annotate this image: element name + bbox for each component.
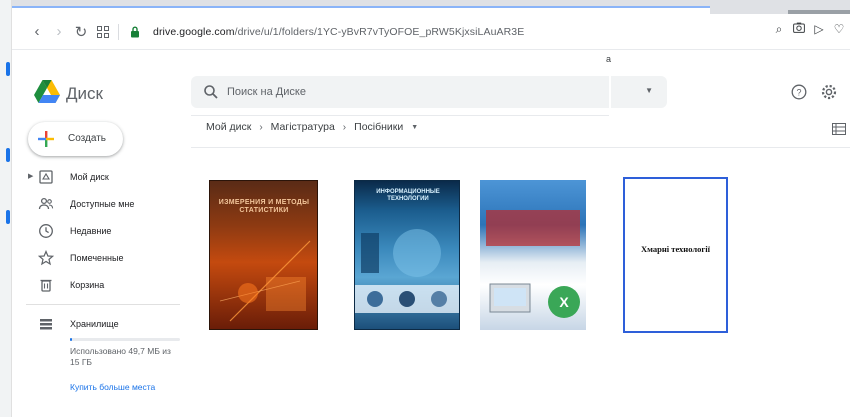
chevron-right-icon: › [259, 121, 263, 133]
address-bar: ‹ › ↻ drive.google.com/drive/u/1/folders… [12, 14, 850, 50]
cover-title: ИЗМЕРЕНИЯ И МЕТОДЫ СТАТИСТИКИ [218, 199, 310, 214]
sidebar-item-shared[interactable]: Доступные мне [26, 193, 176, 215]
forward-icon[interactable]: › [48, 21, 70, 43]
star-icon [38, 250, 54, 266]
url-host: drive.google.com [153, 25, 235, 38]
clock-icon [39, 224, 53, 238]
svg-text:X: X [559, 294, 569, 310]
cover-title: ИНФОРМАЦИОННЫЕ ТЕХНОЛОГИИ [376, 189, 440, 202]
help-icon[interactable]: ? [791, 84, 807, 100]
cover-title: Хмарні технології [641, 244, 710, 254]
edge-marker [6, 210, 10, 224]
url-path: /drive/u/1/folders/1YC-yBvR7vTyOFOE_pRW5… [234, 25, 525, 38]
active-tab[interactable] [12, 6, 710, 14]
folder-menu-caret-icon[interactable]: ▼ [411, 124, 418, 131]
zoom-icon[interactable]: ⌕ [772, 22, 786, 37]
back-icon[interactable]: ‹ [26, 21, 48, 43]
url-field[interactable]: drive.google.com/drive/u/1/folders/1YC-y… [153, 26, 524, 38]
heart-icon[interactable]: ♡ [832, 22, 846, 37]
sidebar-item-label: Недавние [70, 226, 112, 236]
left-screen-edge [0, 0, 12, 417]
search-input[interactable] [227, 83, 627, 101]
file-thumbnail-selected[interactable]: Хмарні технології [623, 177, 728, 333]
tab-strip [12, 0, 850, 14]
sidebar-item-recent[interactable]: Недавние [26, 220, 176, 242]
gear-icon[interactable] [820, 83, 838, 101]
sidebar-item-my-drive[interactable]: ▶ Мой диск [26, 166, 176, 188]
search-options-icon[interactable]: ▼ [645, 86, 653, 95]
storage-usage-text: Использовано 49,7 МБ из 15 ГБ [70, 346, 171, 367]
bookmark-text: a [606, 54, 612, 64]
lock-icon[interactable] [127, 24, 143, 40]
cover-band [486, 210, 580, 246]
sidebar-item-storage[interactable]: Хранилище [26, 313, 176, 335]
trash-icon [40, 279, 52, 292]
storage-progress [70, 338, 180, 341]
edge-marker [6, 148, 10, 162]
search-icon[interactable] [203, 84, 219, 100]
sidebar-item-trash[interactable]: Корзина [26, 274, 176, 296]
list-view-icon[interactable] [832, 123, 846, 135]
buy-storage-link[interactable]: Купить больше места [70, 382, 155, 392]
screen-gap [609, 76, 611, 116]
sidebar-item-label: Доступные мне [70, 199, 135, 209]
file-thumbnail[interactable]: ИНФОРМАЦИОННЫЕ ТЕХНОЛОГИИ [354, 180, 460, 330]
app-title[interactable]: Диск [66, 84, 103, 104]
edge-marker [6, 62, 10, 76]
plus-icon [38, 131, 54, 147]
breadcrumb-item[interactable]: Магістратура [269, 121, 337, 133]
file-thumbnail[interactable]: X [480, 180, 586, 330]
breadcrumb-item[interactable]: Мой диск [204, 121, 253, 133]
sidebar-divider [26, 304, 180, 305]
apps-grid-icon[interactable] [92, 21, 114, 43]
send-icon[interactable]: ▷ [812, 22, 826, 37]
expand-arrow-icon[interactable]: ▶ [28, 172, 33, 180]
breadcrumb: Мой диск › Магістратура › Посібники ▼ [204, 121, 418, 133]
drive-logo-icon[interactable] [34, 80, 60, 108]
file-thumbnail[interactable]: ИЗМЕРЕНИЯ И МЕТОДЫ СТАТИСТИКИ [209, 180, 318, 330]
sidebar-item-label: Помеченные [70, 253, 124, 263]
address-bar-actions: ⌕ ▷ ♡ [772, 22, 846, 37]
sidebar-item-label: Хранилище [70, 319, 119, 329]
header-divider [191, 115, 609, 116]
cover-art: X [489, 283, 580, 318]
storage-icon [40, 319, 52, 330]
cover-art [355, 229, 459, 313]
browser-window: ‹ › ↻ drive.google.com/drive/u/1/folders… [0, 0, 850, 417]
search-box[interactable]: ▼ [191, 76, 667, 108]
drive-folder-icon [39, 170, 53, 184]
breadcrumb-current[interactable]: Посібники [352, 121, 405, 133]
create-label: Создать [68, 133, 107, 144]
chevron-right-icon: › [342, 121, 347, 133]
sidebar-item-label: Мой диск [70, 172, 109, 182]
sidebar-item-label: Корзина [70, 280, 105, 290]
toolbar-separator [118, 23, 119, 40]
svg-text:?: ? [796, 87, 801, 97]
create-button[interactable]: Создать [28, 122, 123, 156]
camera-icon[interactable] [792, 22, 806, 37]
storage-progress-fill [70, 338, 72, 341]
shared-people-icon [38, 197, 54, 210]
sidebar-item-starred[interactable]: Помеченные [26, 247, 176, 269]
breadcrumb-divider [191, 147, 850, 148]
reload-icon[interactable]: ↻ [70, 21, 92, 43]
